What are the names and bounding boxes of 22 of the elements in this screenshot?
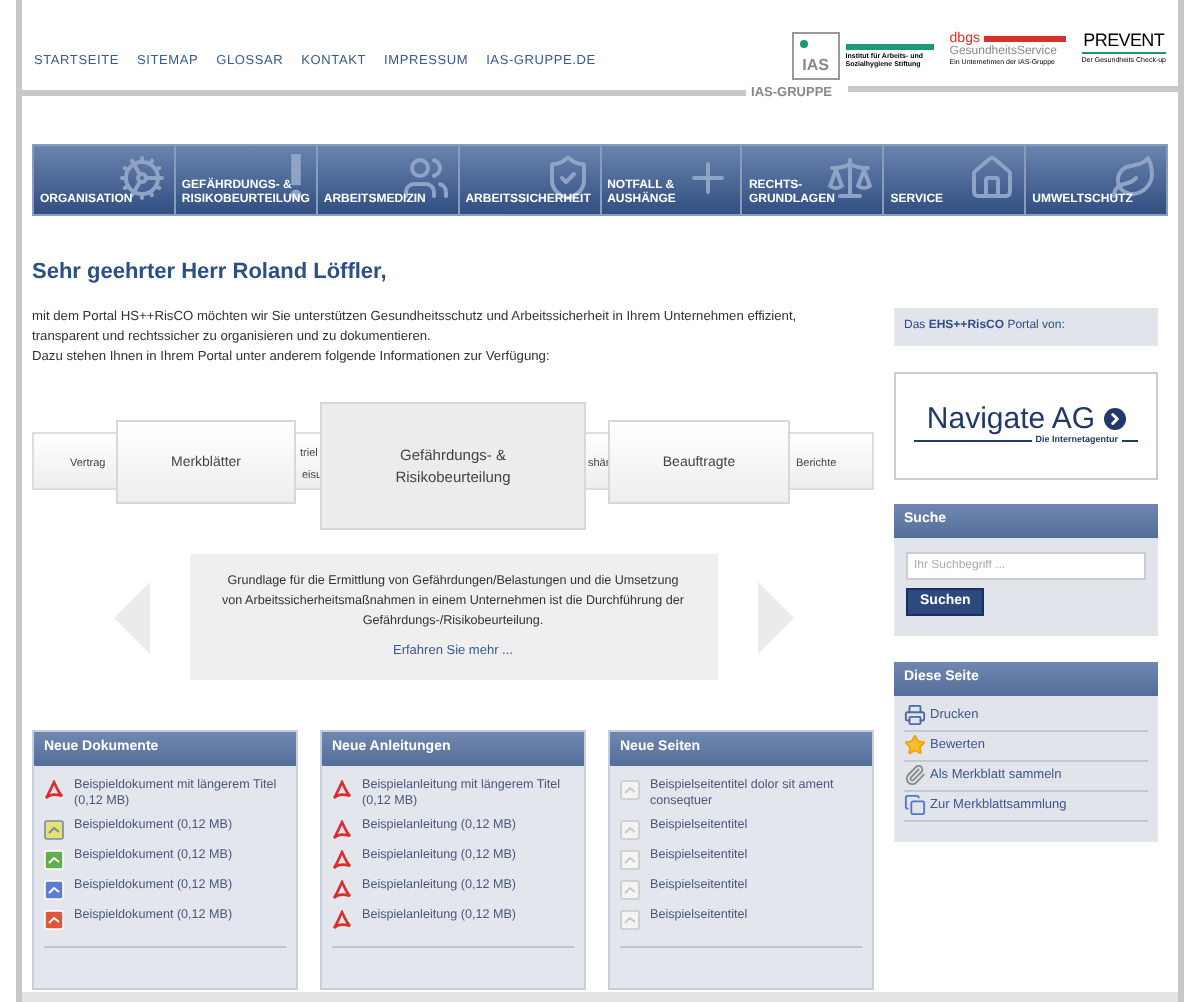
spreadsheet-file-icon <box>44 850 64 870</box>
page-icon <box>620 880 640 900</box>
image-file-icon <box>44 820 64 840</box>
sponsor-name: Navigate AG <box>926 403 1096 434</box>
presentation-file-icon <box>44 910 64 930</box>
house-icon <box>968 153 1017 202</box>
paperclip-icon <box>904 764 926 787</box>
copy-icon <box>904 794 926 817</box>
document-file-icon <box>44 880 64 900</box>
chevron-icon <box>1103 407 1126 430</box>
page-icon <box>620 910 640 930</box>
printer-icon <box>904 704 926 727</box>
logo-stripe <box>1081 52 1166 54</box>
star-icon <box>904 734 926 757</box>
ias-logo-mark: IAS <box>791 32 840 80</box>
page-icon <box>620 820 640 840</box>
logo-stripe <box>845 44 934 50</box>
page-icon <box>620 850 640 870</box>
greeting-heading: Sehr geehrter Herr Roland Löffler, <box>32 257 389 288</box>
page-icon <box>620 780 640 800</box>
logo-name: PREVENT <box>1083 32 1165 50</box>
logo-stripe <box>983 36 1066 42</box>
